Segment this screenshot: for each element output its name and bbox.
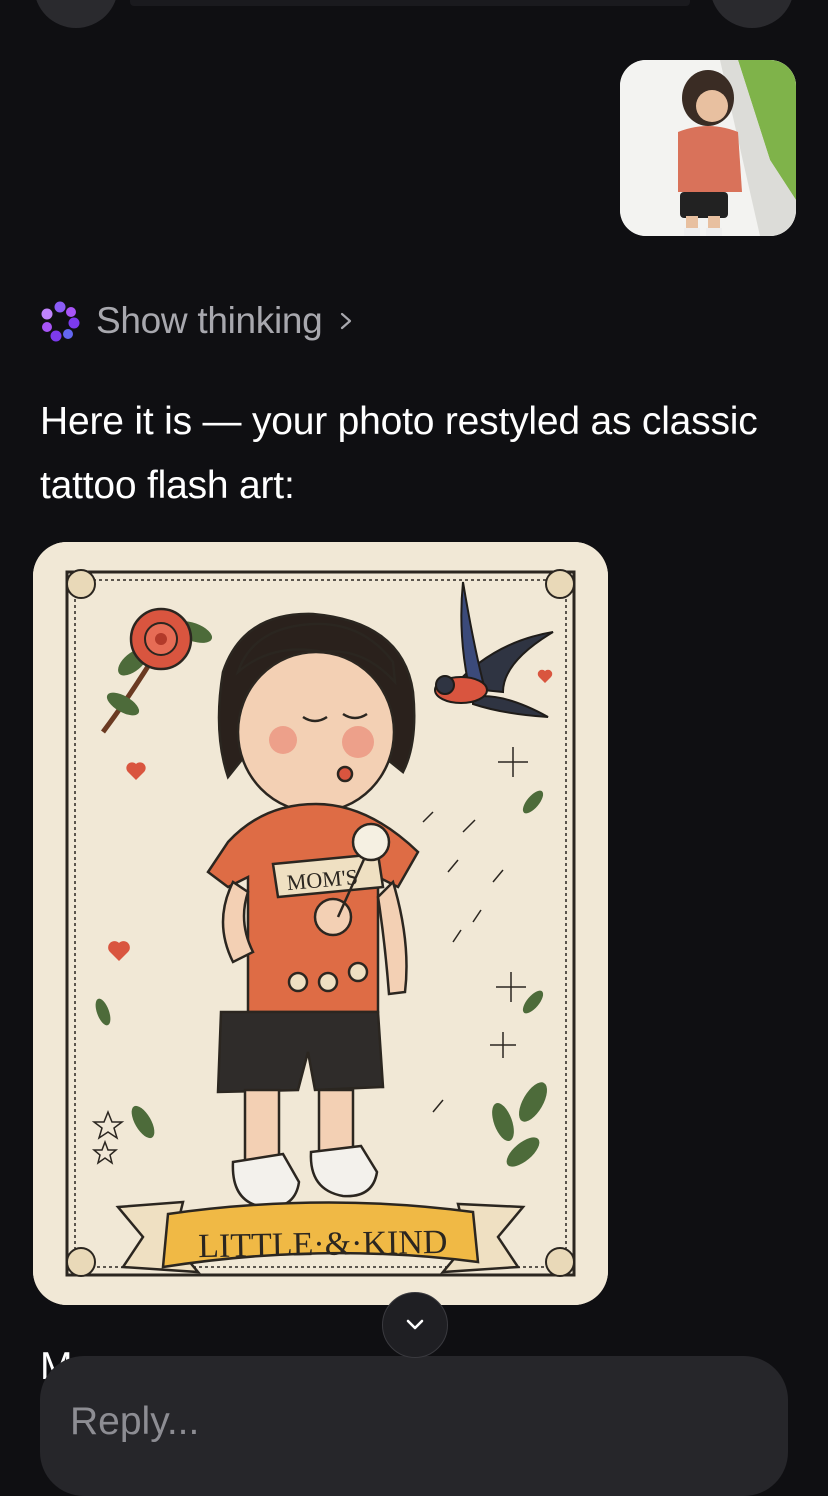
flash-art-illustration: MOM'S LITTLE·&·KIND	[33, 542, 608, 1305]
chevron-down-icon	[406, 1319, 424, 1330]
photo-toddler-image	[620, 60, 796, 236]
thinking-sparkle-icon	[41, 301, 80, 342]
back-button[interactable]	[34, 0, 118, 28]
show-thinking-toggle[interactable]: Show thinking	[38, 296, 356, 346]
user-uploaded-photo[interactable]	[620, 60, 796, 236]
chevron-right-icon	[341, 312, 352, 330]
scroll-down-button[interactable]	[382, 1292, 448, 1358]
title-bar	[130, 0, 690, 6]
reply-composer[interactable]	[40, 1356, 788, 1496]
show-thinking-label: Show thinking	[96, 300, 323, 341]
banner-text: LITTLE·&·KIND	[198, 1224, 448, 1265]
assistant-message: Here it is — your photo restyled as clas…	[40, 400, 758, 507]
menu-button[interactable]	[710, 0, 794, 28]
reply-input[interactable]	[68, 1396, 752, 1448]
generated-flash-art-image[interactable]: MOM'S LITTLE·&·KIND	[33, 542, 608, 1305]
